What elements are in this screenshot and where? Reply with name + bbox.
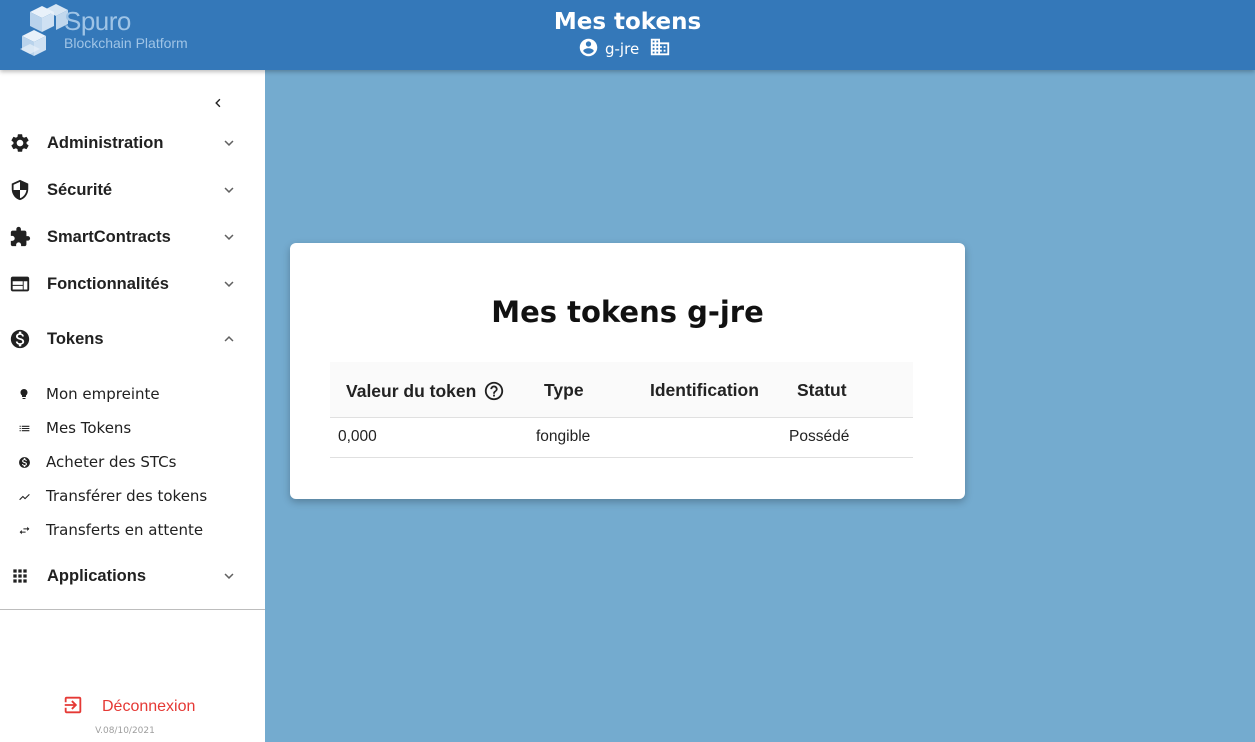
- sidebar-subitem-label: Mon empreinte: [46, 385, 160, 403]
- sidebar-item-label: Fonctionnalités: [47, 274, 169, 293]
- sidebar-subitem-transferer-tokens[interactable]: Transférer des tokens: [0, 481, 265, 511]
- help-icon[interactable]: [483, 380, 505, 402]
- shield-icon: [9, 179, 31, 201]
- sidebar-item-label: Sécurité: [47, 180, 113, 199]
- dollar-circle-icon: [16, 454, 32, 470]
- puzzle-icon: [9, 226, 31, 248]
- chevron-down-icon: [220, 181, 238, 199]
- sidebar-item-label: Administration: [47, 133, 164, 152]
- cell-type: fongible: [536, 428, 591, 445]
- sidebar: Administration Sécurité SmartContracts F…: [0, 70, 265, 742]
- sidebar-item-smartcontracts[interactable]: SmartContracts: [0, 217, 265, 257]
- sidebar-item-tokens[interactable]: Tokens: [0, 319, 265, 359]
- building-icon[interactable]: [649, 36, 671, 62]
- chevron-down-icon: [220, 275, 238, 293]
- apps-grid-icon: [9, 565, 31, 587]
- tokens-card: Mes tokens g-jre Valeur du token Type Id…: [290, 243, 965, 499]
- list-icon: [16, 420, 32, 436]
- sidebar-subitem-label: Transferts en attente: [46, 521, 204, 539]
- cell-valeur: 0,000: [338, 428, 377, 445]
- sidebar-item-label: Applications: [47, 566, 147, 585]
- sidebar-item-label: SmartContracts: [47, 227, 171, 246]
- app-header: Spuro Blockchain Platform Mes tokens g-j…: [0, 0, 1255, 70]
- sidebar-subitem-mon-empreinte[interactable]: Mon empreinte: [0, 379, 265, 409]
- table-header: Valeur du token Type Identification Stat…: [330, 362, 913, 418]
- page-title: Mes tokens: [553, 9, 702, 35]
- lightbulb-icon: [16, 386, 32, 402]
- chevron-down-icon: [220, 567, 238, 585]
- table-row[interactable]: 0,000 fongible Possédé: [330, 418, 913, 458]
- app-version: V.08/10/2021: [95, 726, 155, 736]
- trending-icon: [16, 488, 32, 504]
- logout-icon: [62, 694, 84, 720]
- chevron-left-icon: [211, 95, 225, 114]
- username: g-jre: [605, 40, 640, 58]
- collapse-sidebar-button[interactable]: [208, 94, 228, 114]
- sidebar-item-applications[interactable]: Applications: [0, 556, 265, 596]
- tokens-table: Valeur du token Type Identification Stat…: [330, 362, 913, 458]
- web-window-icon: [9, 273, 31, 295]
- sidebar-item-label: Tokens: [47, 329, 104, 348]
- swap-icon: [16, 522, 32, 538]
- sidebar-subitem-transferts-attente[interactable]: Transferts en attente: [0, 515, 265, 545]
- chevron-down-icon: [220, 228, 238, 246]
- sidebar-subitem-mes-tokens[interactable]: Mes Tokens: [0, 413, 265, 443]
- sidebar-subitem-acheter-stcs[interactable]: Acheter des STCs: [0, 447, 265, 477]
- sidebar-subitem-label: Transférer des tokens: [46, 487, 208, 505]
- card-title: Mes tokens g-jre: [491, 295, 764, 329]
- sidebar-item-administration[interactable]: Administration: [0, 123, 265, 163]
- cell-statut: Possédé: [789, 428, 850, 445]
- column-header-valeur: Valeur du token: [346, 380, 505, 402]
- column-header-statut: Statut: [797, 380, 847, 400]
- logout-label: Déconnexion: [102, 698, 196, 715]
- chevron-down-icon: [220, 134, 238, 152]
- brand-subtitle: Blockchain Platform: [64, 35, 188, 51]
- column-header-identification: Identification: [650, 380, 759, 400]
- logout-button[interactable]: Déconnexion: [62, 694, 195, 720]
- sidebar-divider: [0, 609, 265, 610]
- chevron-up-icon: [220, 330, 238, 348]
- dollar-circle-icon: [9, 328, 31, 350]
- user-info: g-jre: [578, 38, 671, 60]
- sidebar-subitem-label: Acheter des STCs: [46, 453, 177, 471]
- account-circle-icon: [578, 37, 599, 62]
- sidebar-item-securite[interactable]: Sécurité: [0, 170, 265, 210]
- sidebar-item-fonctionnalites[interactable]: Fonctionnalités: [0, 264, 265, 304]
- gear-icon: [9, 132, 31, 154]
- sidebar-subitem-label: Mes Tokens: [46, 419, 132, 437]
- column-header-type: Type: [544, 380, 584, 400]
